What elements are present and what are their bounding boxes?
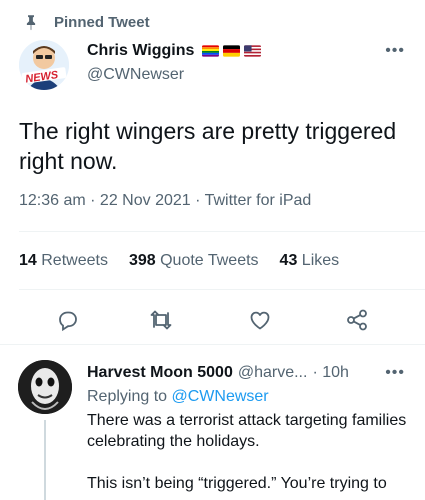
replying-to-link[interactable]: @CWNewser [172, 388, 269, 405]
replying-prefix: Replying to [87, 388, 168, 405]
pin-icon [26, 15, 36, 31]
tweet-timestamp[interactable]: 12:36 am · 22 Nov 2021 · Twitter for iPa… [19, 192, 311, 210]
likes-stat[interactable]: 43 Likes [280, 252, 340, 270]
more-options-icon[interactable]: ••• [385, 42, 405, 60]
reply-tweet[interactable]: Harvest Moon 5000 @harve... · 10h Replyi… [87, 362, 417, 494]
germany-flag-icon [223, 45, 241, 57]
author-avatar[interactable]: NEWS [19, 40, 69, 90]
reply-time[interactable]: · 10h [312, 364, 348, 382]
tweet-actions [0, 306, 425, 336]
reply-text: There was a terrorist attack targeting f… [87, 412, 407, 492]
pinned-indicator: Pinned Tweet [22, 12, 150, 32]
thread-line [44, 420, 46, 500]
like-icon[interactable] [246, 306, 274, 334]
tweet-author[interactable]: Chris Wiggins @CWNewser [87, 40, 262, 84]
author-handle[interactable]: @CWNewser [87, 66, 261, 84]
reply-more-options-icon[interactable]: ••• [385, 364, 405, 382]
retweet-icon[interactable] [147, 306, 175, 334]
reply-author-name[interactable]: Harvest Moon 5000 [87, 364, 233, 382]
tweet-stats: 14 Retweets 398 Quote Tweets 43 Likes [19, 252, 360, 270]
replying-to: Replying to @CWNewser [87, 388, 417, 406]
flag-emojis [202, 45, 262, 57]
reply-author-handle[interactable]: @harve... [238, 364, 308, 382]
tweet-text: The right wingers are pretty triggered r… [19, 118, 397, 174]
pinned-label: Pinned Tweet [54, 13, 150, 31]
divider [0, 344, 425, 345]
rainbow-flag-icon [202, 45, 220, 57]
retweets-stat[interactable]: 14 Retweets [19, 252, 108, 270]
reply-header: Harvest Moon 5000 @harve... · 10h [87, 362, 417, 384]
usa-flag-icon [244, 45, 262, 57]
quote-tweets-stat[interactable]: 398 Quote Tweets [129, 252, 259, 270]
author-name[interactable]: Chris Wiggins [87, 42, 194, 60]
divider [19, 289, 425, 290]
reply-avatar[interactable] [18, 360, 72, 414]
share-icon[interactable] [343, 306, 371, 334]
reply-icon[interactable] [54, 306, 82, 334]
divider [19, 231, 425, 232]
